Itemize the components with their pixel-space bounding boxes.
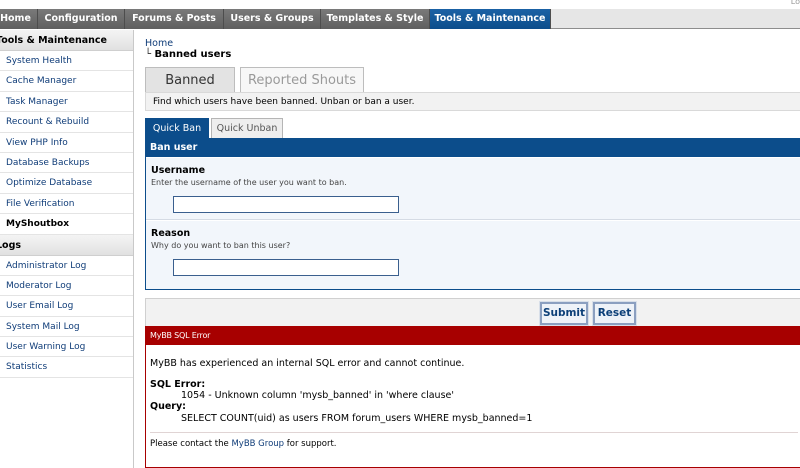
form-title: Ban user xyxy=(146,139,800,157)
sql-error-message: MyBB has experienced an internal SQL err… xyxy=(150,358,465,369)
sidebar-item-administrator-log[interactable]: Administrator Log xyxy=(0,256,133,276)
contact-prefix: Please contact the xyxy=(150,439,232,449)
reason-input[interactable] xyxy=(173,259,399,276)
query-label: Query: xyxy=(150,401,186,412)
mybb-group-link[interactable]: MyBB Group xyxy=(231,439,284,449)
sidebar-item-myshoutbox[interactable]: MyShoutbox xyxy=(0,214,133,235)
sidebar-section-logs-title: Logs xyxy=(0,234,133,256)
sidebar-item-file-verification[interactable]: File Verification xyxy=(0,194,133,215)
tab-quick-ban[interactable]: Quick Ban xyxy=(145,118,209,138)
sidebar-item-recount-rebuild[interactable]: Recount & Rebuild xyxy=(0,112,133,133)
breadcrumb-current: └ Banned users xyxy=(145,49,231,60)
breadcrumb-home[interactable]: Home xyxy=(145,38,173,49)
reason-row: Reason Why do you want to ban this user? xyxy=(146,221,800,289)
tab-quick-unban[interactable]: Quick Unban xyxy=(211,118,283,138)
username-label: Username xyxy=(151,165,206,176)
ban-user-form: Ban user Username Enter the username of … xyxy=(145,138,800,290)
sql-error-box: MyBB SQL Error MyBB has experienced an i… xyxy=(145,326,800,468)
reset-button[interactable]: Reset xyxy=(592,301,637,326)
sql-error-title: MyBB SQL Error xyxy=(146,327,800,345)
query-text: SELECT COUNT(uid) as users FROM forum_us… xyxy=(181,413,533,424)
submit-button[interactable]: Submit xyxy=(539,301,589,326)
sidebar-item-statistics[interactable]: Statistics xyxy=(0,357,133,378)
sql-error-text: 1054 - Unknown column 'mysb_banned' in '… xyxy=(181,390,454,401)
sidebar-item-user-email-log[interactable]: User Email Log xyxy=(0,296,133,317)
menu-tab-users-groups[interactable]: Users & Groups xyxy=(224,9,321,29)
sidebar-item-cache-manager[interactable]: Cache Manager xyxy=(0,71,133,92)
contact-line: Please contact the MyBB Group for suppor… xyxy=(150,439,337,449)
sidebar-item-moderator-log[interactable]: Moderator Log xyxy=(0,276,133,297)
menu-tab-tools-maintenance[interactable]: Tools & Maintenance xyxy=(430,9,551,29)
sidebar-item-task-manager[interactable]: Task Manager xyxy=(0,92,133,113)
breadcrumb-tree-glyph: └ xyxy=(145,49,152,60)
menu-tab-forums-posts[interactable]: Forums & Posts xyxy=(125,9,224,29)
error-divider xyxy=(150,432,798,433)
logout-link[interactable]: Lo xyxy=(791,0,800,6)
tab-reported-shouts[interactable]: Reported Shouts (0) xyxy=(240,67,364,113)
sidebar-item-user-warning-log[interactable]: User Warning Log xyxy=(0,337,133,358)
sql-error-label: SQL Error: xyxy=(150,379,206,390)
sidebar-item-database-backups[interactable]: Database Backups xyxy=(0,153,133,174)
sidebar: Tools & Maintenance System Health Cache … xyxy=(0,30,134,468)
reason-hint: Why do you want to ban this user? xyxy=(151,241,291,250)
top-strip: Lo xyxy=(0,0,800,9)
main-menu: Home Configuration Forums & Posts Users … xyxy=(0,9,800,29)
menu-tab-configuration[interactable]: Configuration xyxy=(38,9,125,29)
username-hint: Enter the username of the user you want … xyxy=(151,178,347,187)
username-row: Username Enter the username of the user … xyxy=(146,158,800,220)
sidebar-item-system-health[interactable]: System Health xyxy=(0,51,133,72)
sidebar-item-optimize-database[interactable]: Optimize Database xyxy=(0,173,133,194)
reason-label: Reason xyxy=(151,228,191,239)
breadcrumb-current-label: Banned users xyxy=(154,49,232,60)
form-buttons: Submit Reset xyxy=(145,298,800,328)
contact-suffix: for support. xyxy=(284,439,337,449)
sidebar-section-tools-title: Tools & Maintenance xyxy=(0,30,133,51)
username-input[interactable] xyxy=(173,196,399,213)
menu-tab-home[interactable]: Home xyxy=(0,9,38,29)
sidebar-item-system-mail-log[interactable]: System Mail Log xyxy=(0,317,133,338)
page-description: Find which users have been banned. Unban… xyxy=(145,92,800,111)
menu-tab-templates-style[interactable]: Templates & Style xyxy=(321,9,430,29)
tab-banned-users[interactable]: Banned users xyxy=(145,67,235,113)
sidebar-item-view-php-info[interactable]: View PHP Info xyxy=(0,133,133,153)
